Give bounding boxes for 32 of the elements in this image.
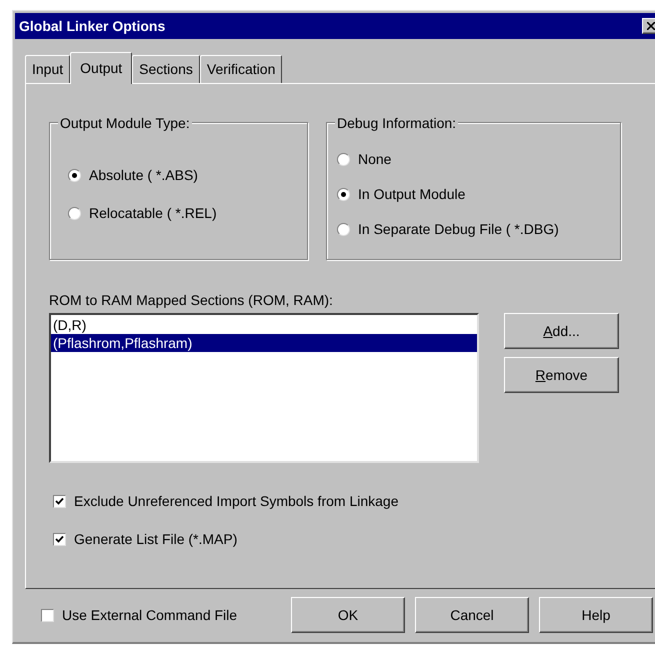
radio-button[interactable] <box>337 188 350 201</box>
checkbox-label: Use External Command File <box>62 606 238 624</box>
checkbox[interactable] <box>53 533 66 546</box>
checkbox-label: Exclude Unreferenced Import Symbols from Linkage <box>74 492 398 511</box>
tab[interactable]: Verification <box>200 55 282 83</box>
radio-button[interactable] <box>337 153 350 166</box>
radio-label: Absolute ( *.ABS) <box>89 166 198 185</box>
checkbox-label: Generate List File (*.MAP) <box>74 530 238 549</box>
close-button[interactable] <box>642 18 655 34</box>
list-item[interactable]: (D,R) <box>51 316 477 334</box>
radio-label: None <box>358 150 392 169</box>
tab[interactable]: Input <box>25 55 70 83</box>
dialog-button[interactable]: OK <box>291 597 405 633</box>
tab[interactable]: Sections <box>132 55 200 83</box>
radio-label: In Output Module <box>358 185 466 204</box>
window-title: Global Linker Options <box>19 16 166 36</box>
checkbox[interactable] <box>53 495 66 508</box>
dialog-button[interactable]: Help <box>539 597 653 633</box>
checkbox[interactable] <box>41 608 54 622</box>
radio-label: In Separate Debug File ( *.DBG) <box>358 220 559 239</box>
radio-button[interactable] <box>68 169 81 182</box>
close-icon <box>647 22 655 30</box>
radio-button[interactable] <box>68 207 81 220</box>
list-button[interactable]: Remove <box>504 357 619 393</box>
dialog-button[interactable]: Cancel <box>415 597 529 633</box>
list-label: ROM to RAM Mapped Sections (ROM, RAM): <box>49 291 334 310</box>
list-item[interactable]: (Pflashrom,Pflashram) <box>51 334 477 352</box>
radio-button[interactable] <box>337 223 350 236</box>
list-button[interactable]: Add... <box>504 313 619 349</box>
radio-label: Relocatable ( *.REL) <box>89 204 217 223</box>
sections-list[interactable]: (D,R) (Pflashrom,Pflashram) <box>49 313 479 463</box>
tab[interactable]: Output <box>70 52 132 84</box>
